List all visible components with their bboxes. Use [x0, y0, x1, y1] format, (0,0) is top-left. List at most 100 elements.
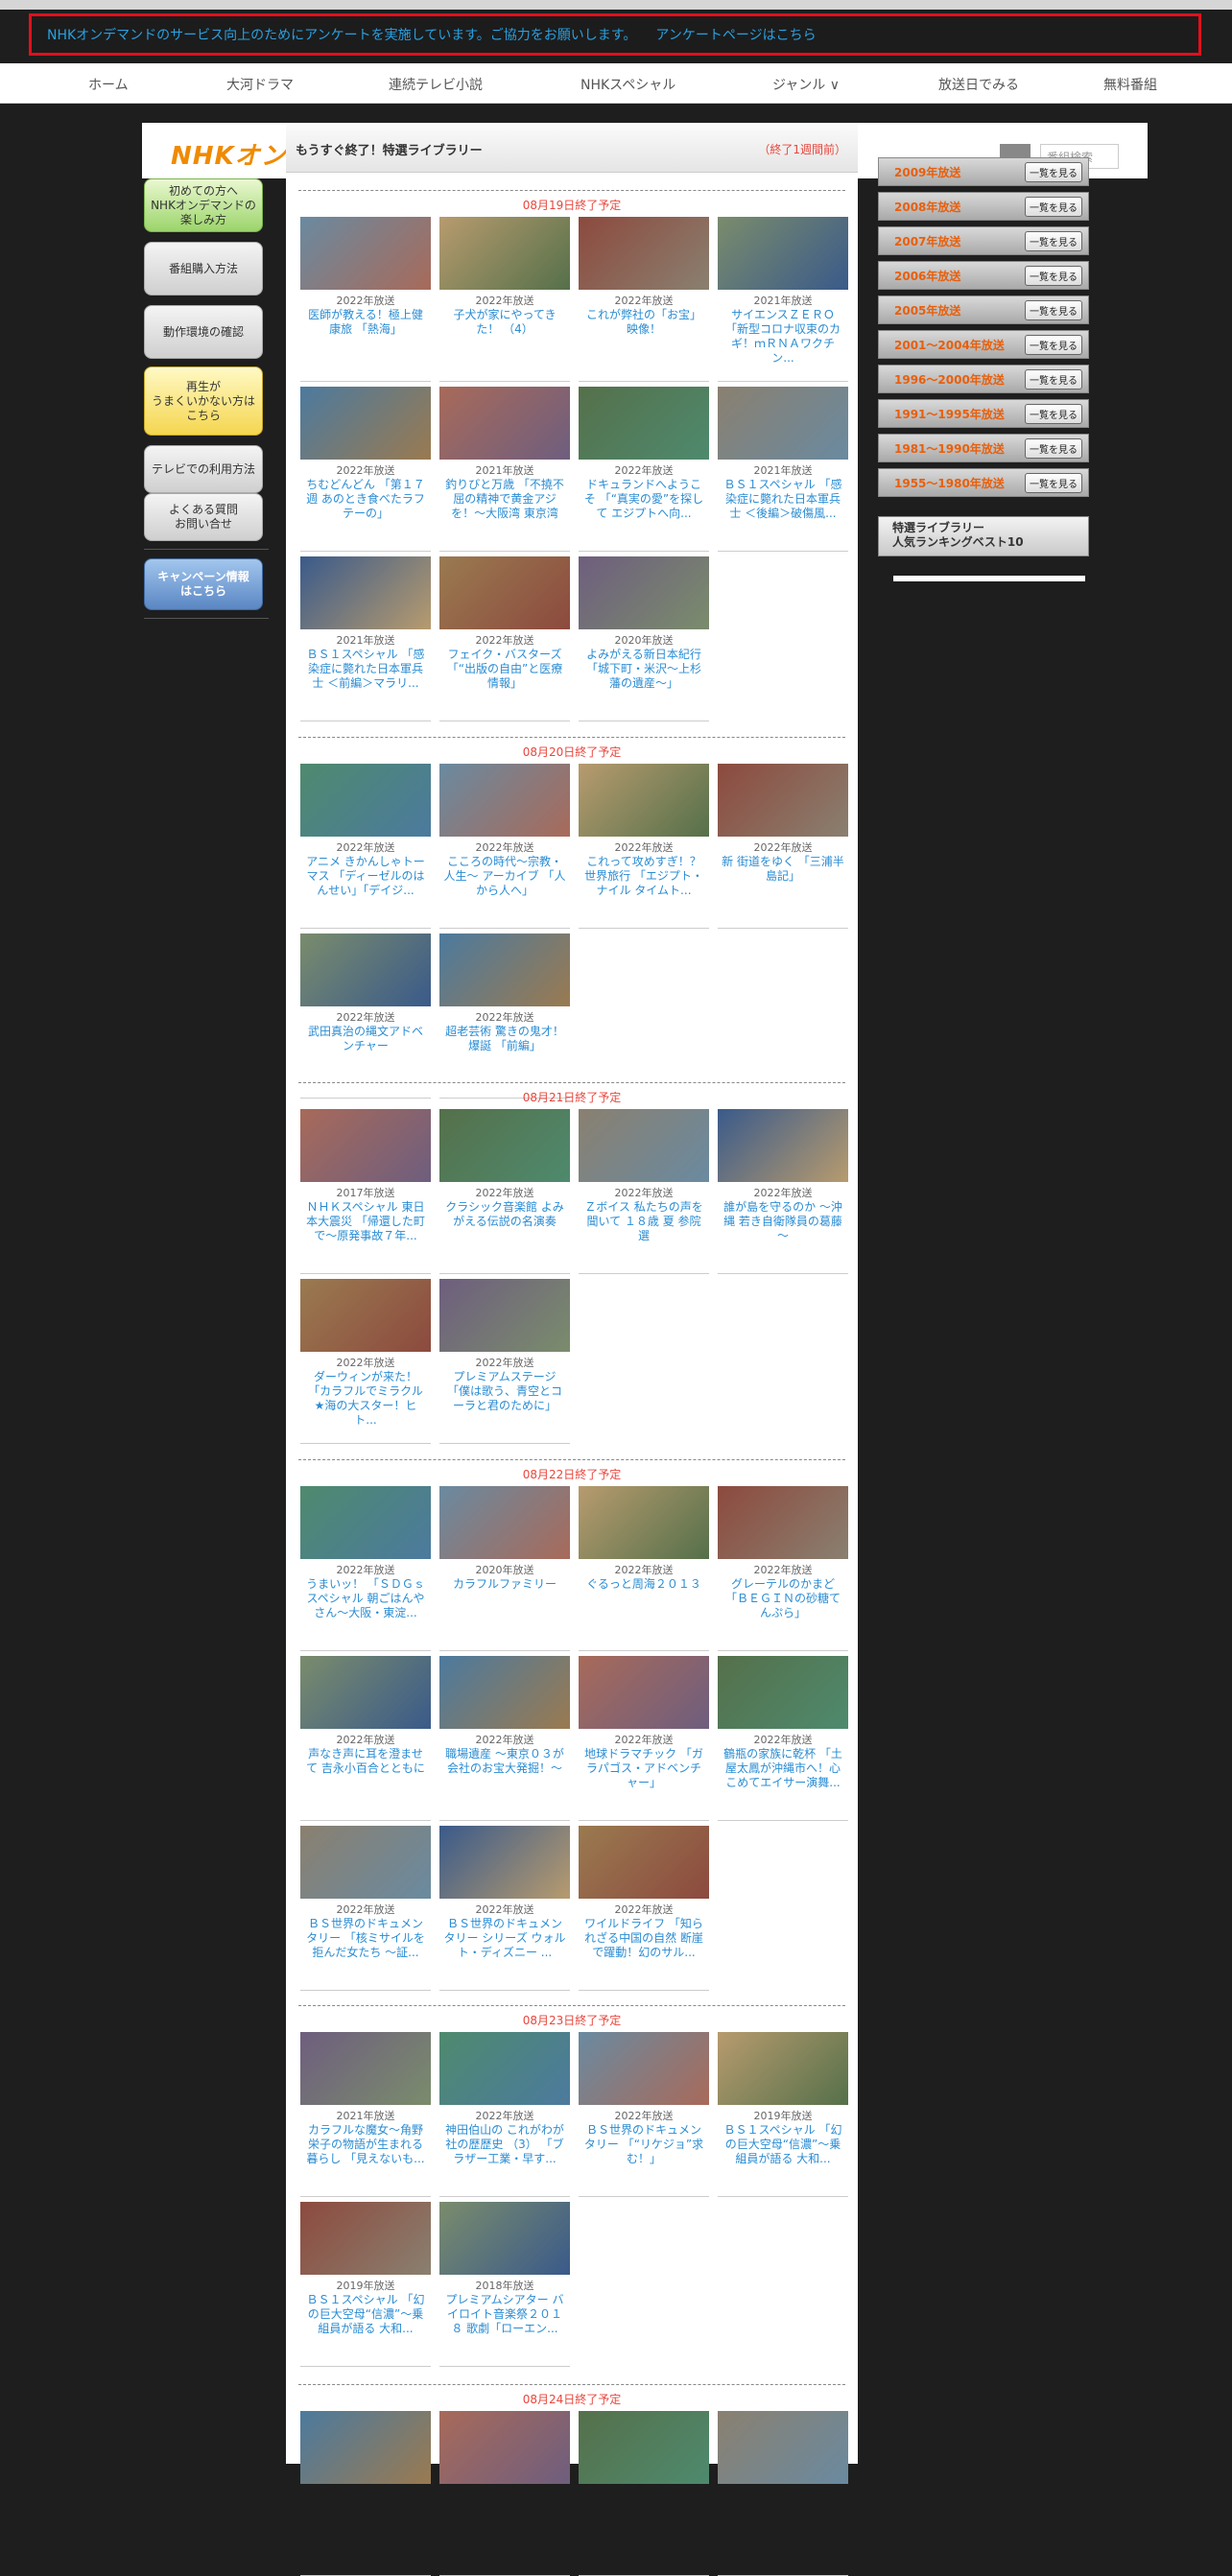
program-card[interactable]: 2022年放送 誰が島を守るのか ～沖縄 若き自衛隊員の葛藤～: [718, 1109, 848, 1274]
program-thumbnail[interactable]: [579, 556, 709, 629]
program-title-link[interactable]: 子犬が家にやってきた！ （4）: [439, 308, 570, 369]
program-card[interactable]: 2022年放送 職場遺産 ～東京０３が会社のお宝大発掘！～: [439, 1656, 570, 1821]
playback-help-button[interactable]: 再生が うまくいかない方は こちら: [144, 366, 263, 436]
program-title-link[interactable]: カラフルファミリー: [439, 1577, 570, 1639]
program-thumbnail[interactable]: [718, 2032, 848, 2105]
program-thumbnail[interactable]: [439, 764, 570, 837]
year-filter-item[interactable]: 2008年放送 一覧を見る: [878, 192, 1089, 221]
program-card[interactable]: 2022年放送 ダーウィンが来た！ 「カラフルでミラクル★海の大スター！ヒト...: [300, 1279, 431, 1444]
program-card[interactable]: 2022年放送 ワイルドライフ 「知られざる中国の自然 断崖で躍動！幻のサル...: [579, 1826, 709, 1991]
program-thumbnail[interactable]: [300, 1486, 431, 1559]
survey-link[interactable]: アンケートページはこちら: [655, 25, 816, 44]
program-thumbnail[interactable]: [300, 2032, 431, 2105]
nav-item[interactable]: 大河ドラマ: [226, 75, 294, 94]
view-list-button[interactable]: 一覧を見る: [1025, 161, 1082, 182]
program-title-link[interactable]: これが弊社の「お宝」映像！: [579, 308, 709, 369]
program-title-link[interactable]: クラシック音楽館 よみがえる伝説の名演奏: [439, 1200, 570, 1262]
program-card[interactable]: 2022年放送 クラシック音楽館 よみがえる伝説の名演奏: [439, 1109, 570, 1274]
program-title-link[interactable]: 職場遺産 ～東京０３が会社のお宝大発掘！～: [439, 1747, 570, 1808]
program-card[interactable]: 2020年放送 よみがえる新日本紀行 「城下町・米沢～上杉藩の遺産～」: [579, 556, 709, 721]
view-list-button[interactable]: 一覧を見る: [1025, 230, 1082, 251]
program-card[interactable]: 2022年放送 医師が教える！極上健康旅 「熱海」: [300, 217, 431, 382]
program-thumbnail[interactable]: [718, 2411, 848, 2484]
program-card[interactable]: 2022年放送 鶴瓶の家族に乾杯 「土屋太鳳が沖縄市へ！心こめてエイサー演舞...: [718, 1656, 848, 1821]
program-title-link[interactable]: 新 街道をゆく 「三浦半島記」: [718, 855, 848, 916]
program-title-link[interactable]: Ｚボイス 私たちの声を聞いて １８歳 夏 参院選: [579, 1200, 709, 1262]
program-thumbnail[interactable]: [718, 1656, 848, 1729]
program-card[interactable]: 2018年放送 プレミアムシアター バイロイト音楽祭２０１８ 歌劇「ローエン...: [439, 2202, 570, 2367]
program-title-link[interactable]: [718, 2502, 848, 2564]
tv-usage-button[interactable]: テレビでの利用方法: [144, 445, 263, 493]
program-title-link[interactable]: よみがえる新日本紀行 「城下町・米沢～上杉藩の遺産～」: [579, 648, 709, 709]
program-card[interactable]: 2022年放送 プレミアムステージ 「僕は歌う、青空とコーラと君のために」: [439, 1279, 570, 1444]
program-card[interactable]: 2022年放送 アニメ きかんしゃトーマス 「ディーゼルのはんせい」「デイジ...: [300, 764, 431, 929]
program-title-link[interactable]: ぐるっと周海２０１３: [579, 1577, 709, 1639]
program-card[interactable]: [300, 2411, 431, 2576]
program-title-link[interactable]: ちむどんどん 「第１７週 あのとき食べたラフテーの」: [300, 478, 431, 539]
nav-item[interactable]: 連続テレビ小説: [389, 75, 483, 94]
program-thumbnail[interactable]: [439, 387, 570, 460]
nav-item[interactable]: NHKスペシャル: [580, 75, 675, 94]
purchase-howto-button[interactable]: 番組購入方法: [144, 242, 263, 295]
program-card[interactable]: 2022年放送 神田伯山の これがわが社の歴歴史 （3） 「ブラザー工業・早す..…: [439, 2032, 570, 2197]
program-card[interactable]: 2022年放送 ちむどんどん 「第１７週 あのとき食べたラフテーの」: [300, 387, 431, 552]
program-thumbnail[interactable]: [718, 764, 848, 837]
program-title-link[interactable]: うまいッ！ 「ＳＤＧｓスペシャル 朝ごはんやさん～大阪・東淀...: [300, 1577, 431, 1639]
program-card[interactable]: 2022年放送 武田真治の縄文アドベンチャー: [300, 934, 431, 1099]
program-thumbnail[interactable]: [300, 2411, 431, 2484]
program-thumbnail[interactable]: [439, 1656, 570, 1729]
program-title-link[interactable]: 武田真治の縄文アドベンチャー: [300, 1025, 431, 1086]
view-list-button[interactable]: 一覧を見る: [1025, 368, 1082, 390]
program-title-link[interactable]: フェイク・バスターズ 「“出版の自由”と医療情報」: [439, 648, 570, 709]
nhk-ondemand-logo[interactable]: NHKオン: [171, 136, 287, 172]
program-card[interactable]: 2019年放送 ＢＳ１スペシャル 「幻の巨大空母“信濃”～乗組員が語る 大和...: [718, 2032, 848, 2197]
program-title-link[interactable]: ＢＳ１スペシャル 「感染症に斃れた日本軍兵士 ＜後編＞破傷風...: [718, 478, 848, 539]
program-title-link[interactable]: ワイルドライフ 「知られざる中国の自然 断崖で躍動！幻のサル...: [579, 1917, 709, 1978]
program-thumbnail[interactable]: [718, 217, 848, 290]
program-thumbnail[interactable]: [579, 2032, 709, 2105]
year-filter-item[interactable]: 1955～1980年放送 一覧を見る: [878, 468, 1089, 497]
program-title-link[interactable]: ダーウィンが来た！ 「カラフルでミラクル★海の大スター！ヒト...: [300, 1370, 431, 1431]
view-list-button[interactable]: 一覧を見る: [1025, 334, 1082, 355]
program-card[interactable]: 2022年放送 ＢＳ世界のドキュメンタリー 「“リケジョ”求む！」: [579, 2032, 709, 2197]
program-thumbnail[interactable]: [439, 1826, 570, 1899]
program-thumbnail[interactable]: [300, 1279, 431, 1352]
year-filter-item[interactable]: 2006年放送 一覧を見る: [878, 261, 1089, 290]
program-thumbnail[interactable]: [300, 1109, 431, 1182]
program-title-link[interactable]: ＢＳ世界のドキュメンタリー 「“リケジョ”求む！」: [579, 2123, 709, 2185]
nav-item[interactable]: 無料番組: [1103, 75, 1157, 94]
program-title-link[interactable]: [579, 2502, 709, 2564]
program-thumbnail[interactable]: [439, 2032, 570, 2105]
program-thumbnail[interactable]: [579, 217, 709, 290]
program-title-link[interactable]: 地球ドラマチック 「ガラパゴス・アドベンチャー」: [579, 1747, 709, 1808]
view-list-button[interactable]: 一覧を見る: [1025, 472, 1082, 493]
year-filter-item[interactable]: 2007年放送 一覧を見る: [878, 226, 1089, 255]
program-title-link[interactable]: [300, 2502, 431, 2564]
program-title-link[interactable]: プレミアムシアター バイロイト音楽祭２０１８ 歌劇「ローエン...: [439, 2293, 570, 2354]
program-card[interactable]: 2022年放送 子犬が家にやってきた！ （4）: [439, 217, 570, 382]
program-title-link[interactable]: 医師が教える！極上健康旅 「熱海」: [300, 308, 431, 369]
program-title-link[interactable]: プレミアムステージ 「僕は歌う、青空とコーラと君のために」: [439, 1370, 570, 1431]
program-card[interactable]: 2022年放送 超老芸術 驚きの鬼才！爆誕 「前編」: [439, 934, 570, 1099]
ranking-box[interactable]: 特選ライブラリー 人気ランキングベスト10: [878, 516, 1089, 556]
program-card[interactable]: 2022年放送 ドキュランドへようこそ 「“真実の愛”を探して エジプトへ向...: [579, 387, 709, 552]
program-thumbnail[interactable]: [439, 1279, 570, 1352]
program-card[interactable]: 2019年放送 ＢＳ１スペシャル 「幻の巨大空母“信濃”～乗組員が語る 大和...: [300, 2202, 431, 2367]
year-filter-item[interactable]: 2001～2004年放送 一覧を見る: [878, 330, 1089, 359]
program-thumbnail[interactable]: [300, 556, 431, 629]
year-filter-item[interactable]: 1996～2000年放送 一覧を見る: [878, 365, 1089, 393]
program-card[interactable]: 2022年放送 グレーテルのかまど 「ＢＥＧＩＮの砂糖てんぷら」: [718, 1486, 848, 1651]
program-card[interactable]: 2022年放送 こころの時代～宗教・人生～ アーカイブ 「人から人へ」: [439, 764, 570, 929]
program-card[interactable]: 2022年放送 Ｚボイス 私たちの声を聞いて １８歳 夏 参院選: [579, 1109, 709, 1274]
year-filter-item[interactable]: 2009年放送 一覧を見る: [878, 157, 1089, 186]
program-card[interactable]: [579, 2411, 709, 2576]
program-card[interactable]: 2022年放送 ＢＳ世界のドキュメンタリー シリーズ ウォルト・ディズニー ...: [439, 1826, 570, 1991]
program-thumbnail[interactable]: [300, 217, 431, 290]
program-thumbnail[interactable]: [439, 217, 570, 290]
program-thumbnail[interactable]: [439, 2411, 570, 2484]
program-title-link[interactable]: ＢＳ世界のドキュメンタリー シリーズ ウォルト・ディズニー ...: [439, 1917, 570, 1978]
program-thumbnail[interactable]: [439, 1109, 570, 1182]
program-title-link[interactable]: 鶴瓶の家族に乾杯 「土屋太鳳が沖縄市へ！心こめてエイサー演舞...: [718, 1747, 848, 1808]
program-title-link[interactable]: ＮＨＫスペシャル 東日本大震災 「帰還した町で～原発事故７年...: [300, 1200, 431, 1262]
program-thumbnail[interactable]: [579, 1656, 709, 1729]
